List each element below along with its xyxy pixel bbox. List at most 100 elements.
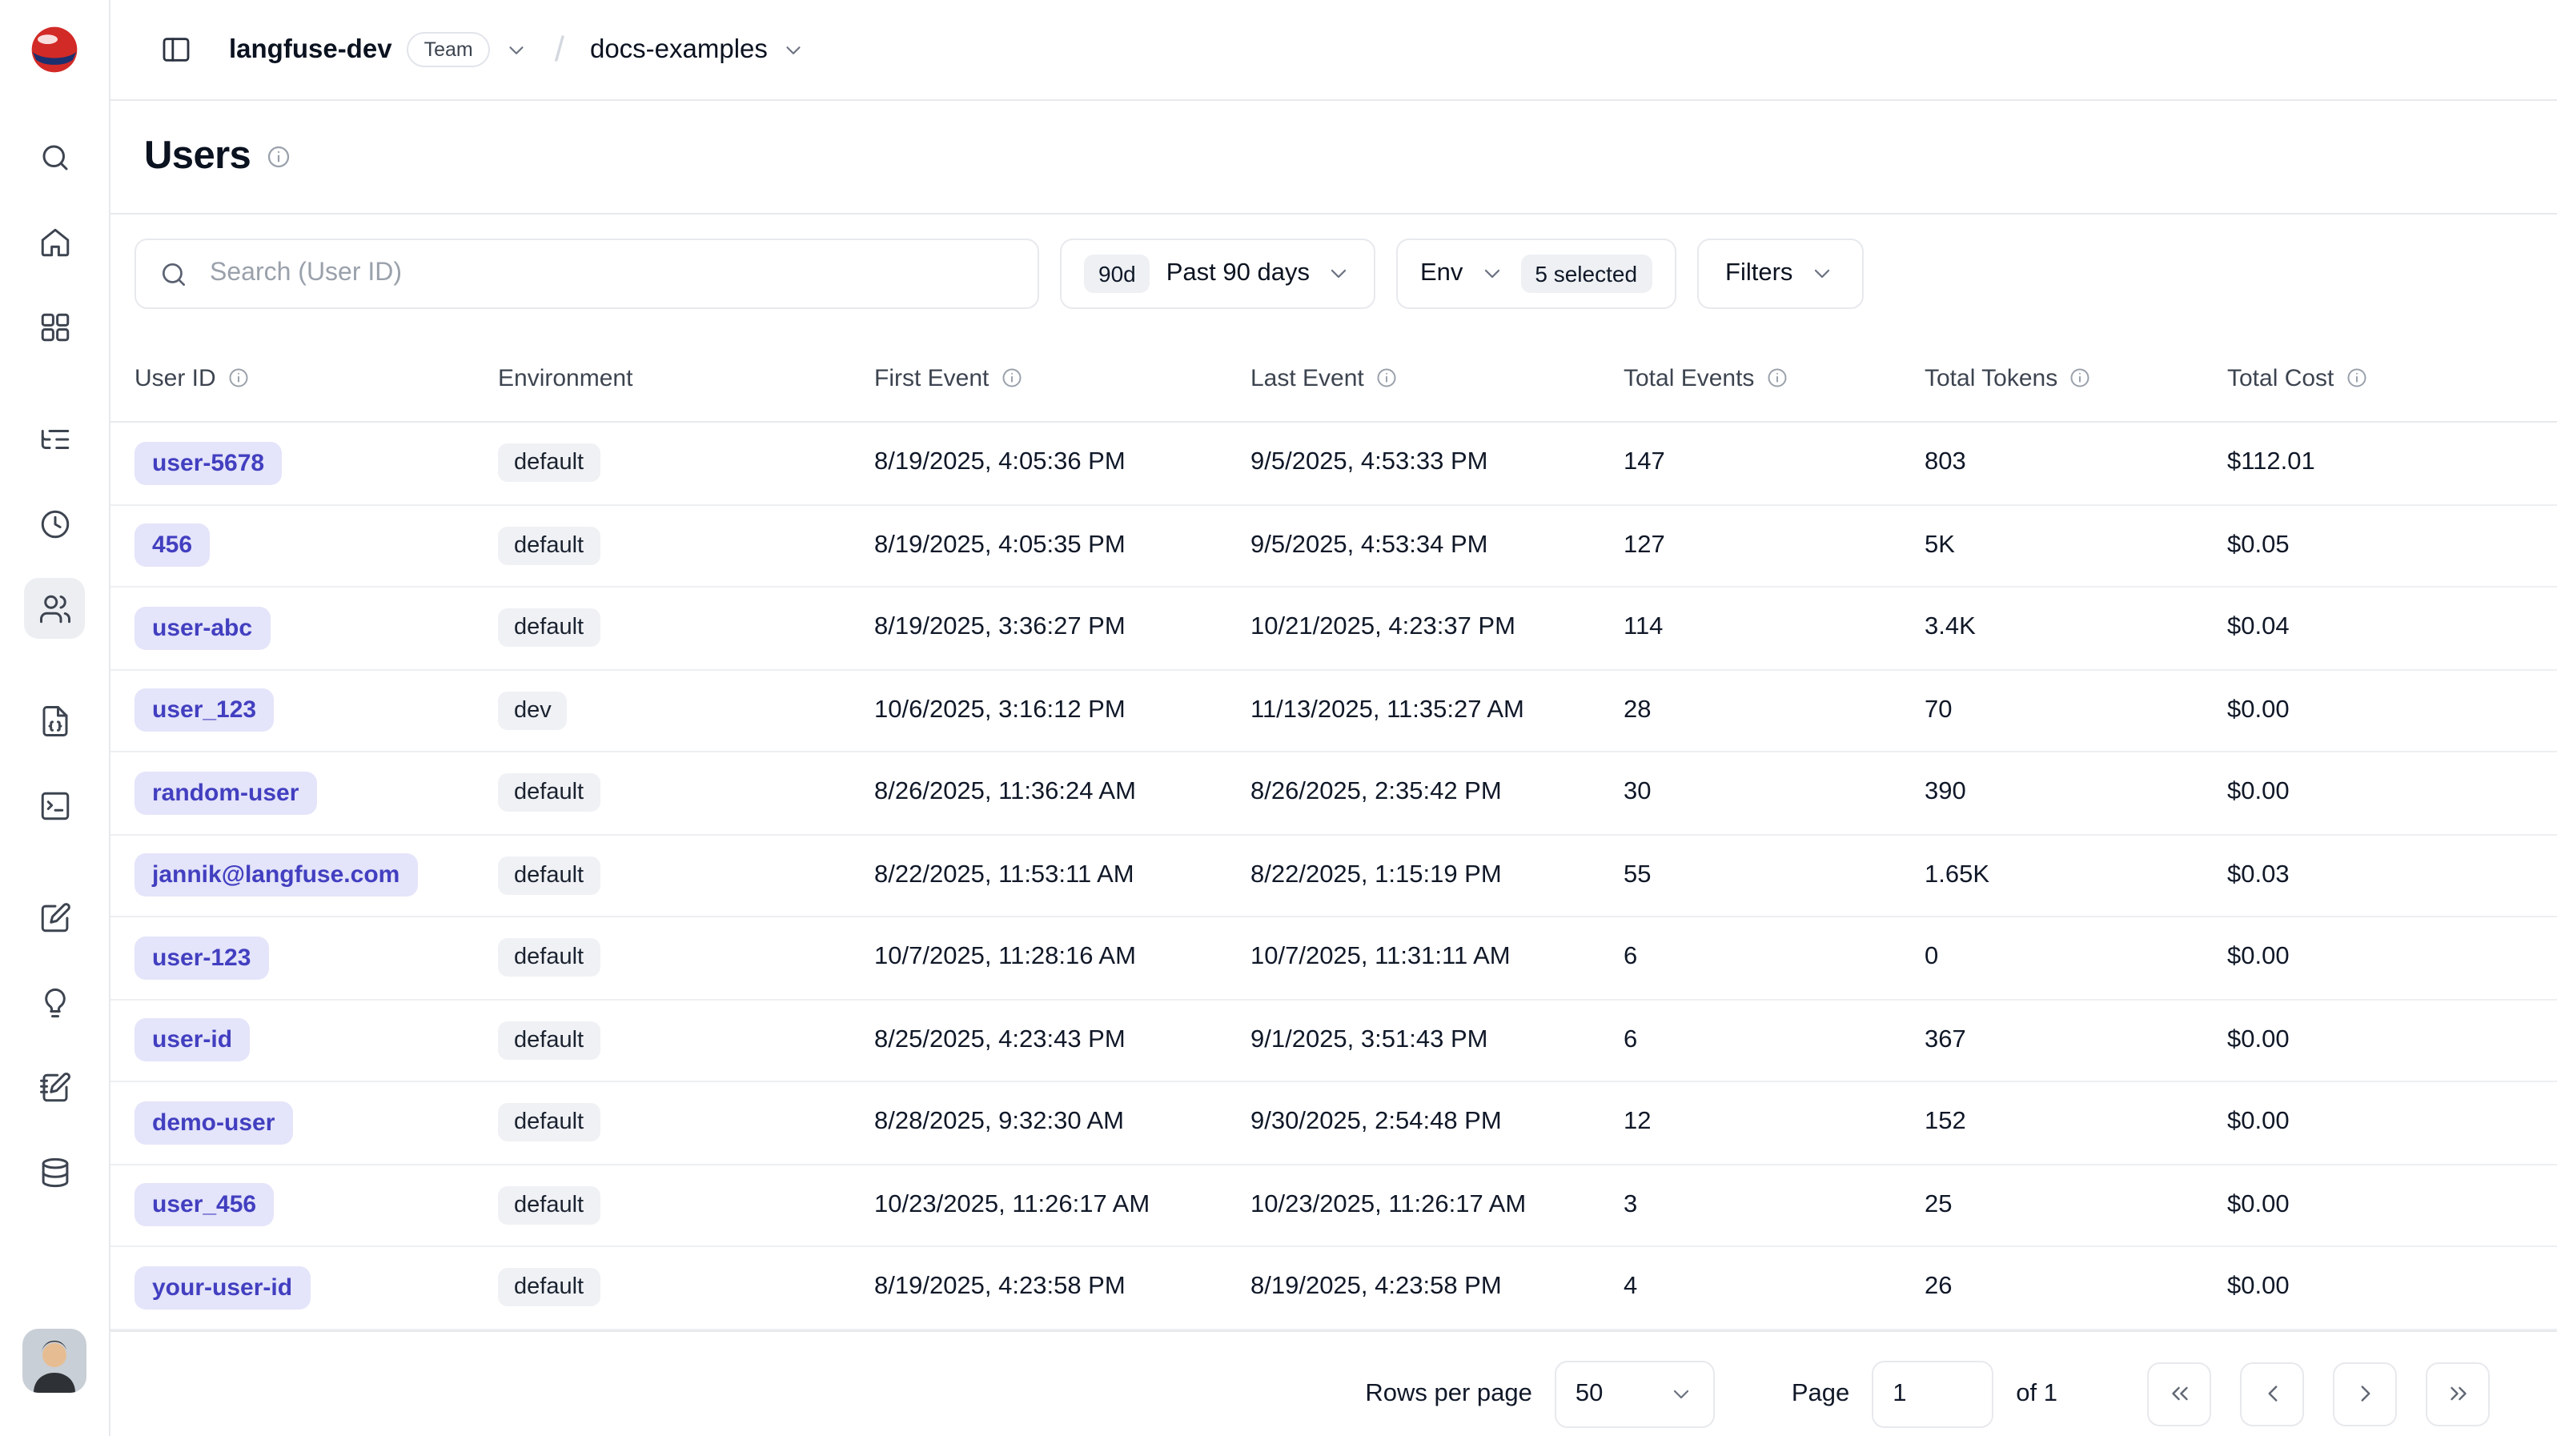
user-id-badge[interactable]: 456 bbox=[134, 524, 210, 568]
tracing-list-tree-icon[interactable] bbox=[24, 408, 85, 469]
user-id-cell: user-abc bbox=[134, 607, 498, 650]
chevron-down-icon bbox=[1808, 261, 1834, 287]
first-event-cell: 10/6/2025, 3:16:12 PM bbox=[874, 696, 1250, 725]
user-id-badge[interactable]: user_123 bbox=[134, 689, 274, 732]
org-selector[interactable]: langfuse-dev Team bbox=[229, 32, 529, 67]
sidebar-toggle-icon[interactable] bbox=[149, 22, 203, 77]
table-row[interactable]: user_456 default 10/23/2025, 11:26:17 AM… bbox=[110, 1165, 2557, 1247]
column-header-user-id[interactable]: User ID bbox=[134, 364, 498, 391]
breadcrumb-separator: / bbox=[555, 29, 564, 70]
table-row[interactable]: your-user-id default 8/19/2025, 4:23:58 … bbox=[110, 1247, 2557, 1330]
prev-page-icon[interactable] bbox=[2240, 1362, 2304, 1426]
dashboards-grid-icon[interactable] bbox=[24, 296, 85, 357]
filters-label: Filters bbox=[1725, 259, 1792, 288]
langfuse-logo[interactable] bbox=[27, 0, 82, 99]
annotation-notebook-icon[interactable] bbox=[24, 1057, 85, 1117]
rows-per-page-select[interactable]: 50 bbox=[1555, 1360, 1715, 1427]
user-id-badge[interactable]: demo-user bbox=[134, 1101, 292, 1145]
info-icon bbox=[1375, 367, 1398, 389]
environment-badge: default bbox=[498, 527, 600, 565]
total-events-cell: 55 bbox=[1624, 861, 1925, 890]
column-header-total-tokens[interactable]: Total Tokens bbox=[1925, 364, 2227, 391]
column-header-total-cost[interactable]: Total Cost bbox=[2227, 364, 2557, 391]
table-row[interactable]: 456 default 8/19/2025, 4:05:35 PM 9/5/20… bbox=[110, 505, 2557, 588]
evaluation-square-pen-icon[interactable] bbox=[24, 887, 85, 948]
evaluators-lightbulb-icon[interactable] bbox=[24, 972, 85, 1033]
last-event-cell: 8/19/2025, 4:23:58 PM bbox=[1250, 1273, 1624, 1302]
table-row[interactable]: user-abc default 8/19/2025, 3:36:27 PM 1… bbox=[110, 588, 2557, 670]
home-icon[interactable] bbox=[24, 211, 85, 272]
total-cost-cell: $112.01 bbox=[2227, 449, 2557, 478]
table-row[interactable]: user-id default 8/25/2025, 4:23:43 PM 9/… bbox=[110, 1000, 2557, 1082]
info-icon bbox=[2069, 367, 2091, 389]
user-id-cell: demo-user bbox=[134, 1101, 498, 1145]
sessions-clock-icon[interactable] bbox=[24, 493, 85, 554]
user-id-badge[interactable]: user-123 bbox=[134, 937, 268, 980]
user-avatar[interactable] bbox=[22, 1329, 86, 1393]
filters-button[interactable]: Filters bbox=[1696, 239, 1863, 309]
user-id-badge[interactable]: jannik@langfuse.com bbox=[134, 854, 417, 897]
table-row[interactable]: user-5678 default 8/19/2025, 4:05:36 PM … bbox=[110, 423, 2557, 505]
table-row[interactable]: user-123 default 10/7/2025, 11:28:16 AM … bbox=[110, 917, 2557, 1000]
search-icon[interactable] bbox=[24, 126, 85, 187]
environment-select[interactable]: Env 5 selected bbox=[1396, 239, 1676, 309]
table-row[interactable]: random-user default 8/26/2025, 11:36:24 … bbox=[110, 752, 2557, 835]
total-tokens-cell: 1.65K bbox=[1925, 861, 2227, 890]
user-id-badge[interactable]: user-5678 bbox=[134, 442, 282, 485]
page-number-input[interactable] bbox=[1872, 1360, 1993, 1427]
info-icon bbox=[265, 144, 291, 170]
column-header-total-events[interactable]: Total Events bbox=[1624, 364, 1925, 391]
last-event-cell: 9/30/2025, 2:54:48 PM bbox=[1250, 1109, 1624, 1137]
total-cost-cell: $0.00 bbox=[2227, 1273, 2557, 1302]
user-id-badge[interactable]: your-user-id bbox=[134, 1266, 310, 1310]
first-event-cell: 8/22/2025, 11:53:11 AM bbox=[874, 861, 1250, 890]
total-events-cell: 4 bbox=[1624, 1273, 1925, 1302]
first-page-icon[interactable] bbox=[2147, 1362, 2211, 1426]
user-id-badge[interactable]: user-id bbox=[134, 1019, 250, 1062]
environment-cell: default bbox=[498, 1269, 874, 1307]
total-tokens-cell: 390 bbox=[1925, 779, 2227, 808]
total-events-cell: 12 bbox=[1624, 1109, 1925, 1137]
info-icon bbox=[227, 367, 250, 389]
users-table-header: User ID Environment First Event Last Eve… bbox=[110, 335, 2557, 423]
total-events-cell: 147 bbox=[1624, 449, 1925, 478]
user-id-badge[interactable]: user_456 bbox=[134, 1184, 274, 1227]
date-range-select[interactable]: 90d Past 90 days bbox=[1060, 239, 1375, 309]
column-label: First Event bbox=[874, 364, 989, 391]
env-label: Env bbox=[1420, 259, 1463, 288]
environment-badge: default bbox=[498, 774, 600, 812]
user-id-cell: random-user bbox=[134, 772, 498, 815]
column-header-last-event[interactable]: Last Event bbox=[1250, 364, 1624, 391]
last-page-icon[interactable] bbox=[2426, 1362, 2490, 1426]
user-id-cell: your-user-id bbox=[134, 1266, 498, 1310]
user-id-badge[interactable]: random-user bbox=[134, 772, 316, 815]
table-row[interactable]: user_123 dev 10/6/2025, 3:16:12 PM 11/13… bbox=[110, 670, 2557, 752]
column-header-first-event[interactable]: First Event bbox=[874, 364, 1250, 391]
user-id-badge[interactable]: user-abc bbox=[134, 607, 270, 650]
info-icon bbox=[1765, 367, 1788, 389]
last-event-cell: 9/5/2025, 4:53:33 PM bbox=[1250, 449, 1624, 478]
environment-cell: default bbox=[498, 444, 874, 483]
rows-per-page-label: Rows per page bbox=[1365, 1379, 1532, 1408]
users-table-body: user-5678 default 8/19/2025, 4:05:36 PM … bbox=[110, 423, 2557, 1330]
environment-cell: default bbox=[498, 1021, 874, 1060]
chevron-down-icon bbox=[1668, 1381, 1694, 1406]
first-event-cell: 10/23/2025, 11:26:17 AM bbox=[874, 1191, 1250, 1220]
column-label: Last Event bbox=[1250, 364, 1364, 391]
total-events-cell: 127 bbox=[1624, 531, 1925, 560]
project-selector[interactable]: docs-examples bbox=[590, 34, 806, 65]
table-row[interactable]: jannik@langfuse.com default 8/22/2025, 1… bbox=[110, 835, 2557, 917]
datasets-database-icon[interactable] bbox=[24, 1141, 85, 1202]
first-event-cell: 8/19/2025, 3:36:27 PM bbox=[874, 614, 1250, 643]
column-header-environment[interactable]: Environment bbox=[498, 364, 874, 391]
column-label: Environment bbox=[498, 364, 632, 391]
table-row[interactable]: demo-user default 8/28/2025, 9:32:30 AM … bbox=[110, 1082, 2557, 1165]
prompts-file-icon[interactable] bbox=[24, 690, 85, 751]
next-page-icon[interactable] bbox=[2333, 1362, 2397, 1426]
users-icon[interactable] bbox=[24, 578, 85, 639]
user-id-cell: user_456 bbox=[134, 1184, 498, 1227]
playground-terminal-icon[interactable] bbox=[24, 775, 85, 836]
environment-cell: default bbox=[498, 1104, 874, 1142]
search-input[interactable] bbox=[207, 258, 1015, 290]
total-events-cell: 28 bbox=[1624, 696, 1925, 725]
